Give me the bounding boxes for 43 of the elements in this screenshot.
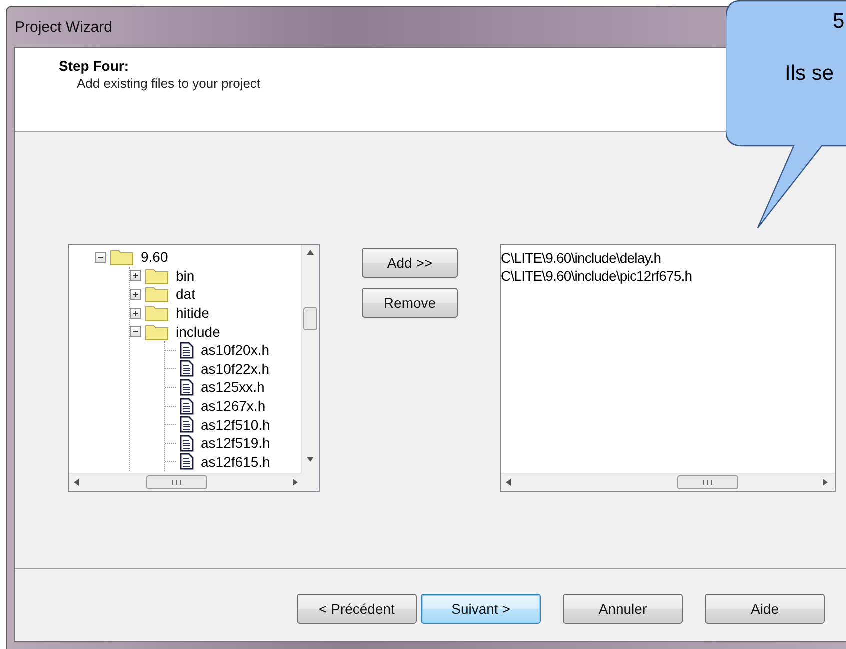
collapse-icon[interactable] [95, 252, 106, 263]
document-icon [180, 360, 194, 378]
folder-icon [145, 304, 169, 322]
file-item[interactable]: as12f510.h [201, 416, 270, 433]
step-title: Step Four: [59, 58, 129, 74]
document-icon [180, 434, 194, 452]
step-description: Add existing files to your project [76, 76, 261, 91]
document-icon [180, 378, 194, 396]
file-item[interactable]: as125xx.h [201, 379, 265, 396]
collapse-icon[interactable] [130, 326, 141, 338]
folder-item[interactable]: include [176, 324, 220, 340]
file-item[interactable]: as1267x.h [201, 398, 266, 414]
folder-item[interactable]: 9.60 [141, 249, 168, 266]
document-icon [180, 342, 194, 359]
file-path[interactable]: C\LITE\9.60\include\pic12rf675.h [501, 268, 835, 284]
file-path[interactable]: C\LITE\9.60\include\delay.h [501, 250, 835, 266]
window-title: Project Wizard [15, 18, 113, 36]
callout-text: Ils se [785, 62, 834, 86]
remove-button[interactable]: Remove [362, 288, 458, 318]
folder-icon [145, 322, 169, 341]
document-icon [180, 416, 194, 434]
folder-item[interactable]: dat [176, 286, 196, 302]
file-item[interactable]: as10f20x.h [201, 342, 270, 358]
folder-item[interactable]: bin [176, 268, 195, 284]
project-file-list[interactable]: C\LITE\9.60\include\delay.h C\LITE\9.60\include\pic12rf675.h [500, 244, 836, 492]
help-button[interactable]: Aide [705, 594, 825, 624]
folder-icon [110, 248, 134, 266]
callout-text: 5 [833, 10, 845, 34]
document-icon [180, 453, 194, 470]
folder-icon [145, 266, 169, 285]
back-button[interactable]: < Précédent [297, 594, 417, 624]
file-item[interactable]: as10f22x.h [201, 360, 270, 377]
expand-icon[interactable] [130, 288, 141, 300]
next-button[interactable]: Suivant > [421, 594, 541, 624]
add-button[interactable]: Add >> [362, 248, 458, 278]
folder-icon [145, 285, 169, 304]
cancel-button[interactable]: Annuler [563, 594, 683, 624]
document-icon [180, 398, 194, 415]
folder-item[interactable]: hitide [176, 305, 210, 322]
expand-icon[interactable] [130, 270, 141, 282]
expand-icon[interactable] [130, 308, 141, 319]
file-item[interactable]: as12f615.h [201, 454, 270, 470]
file-item[interactable]: as12f519.h [201, 435, 270, 452]
